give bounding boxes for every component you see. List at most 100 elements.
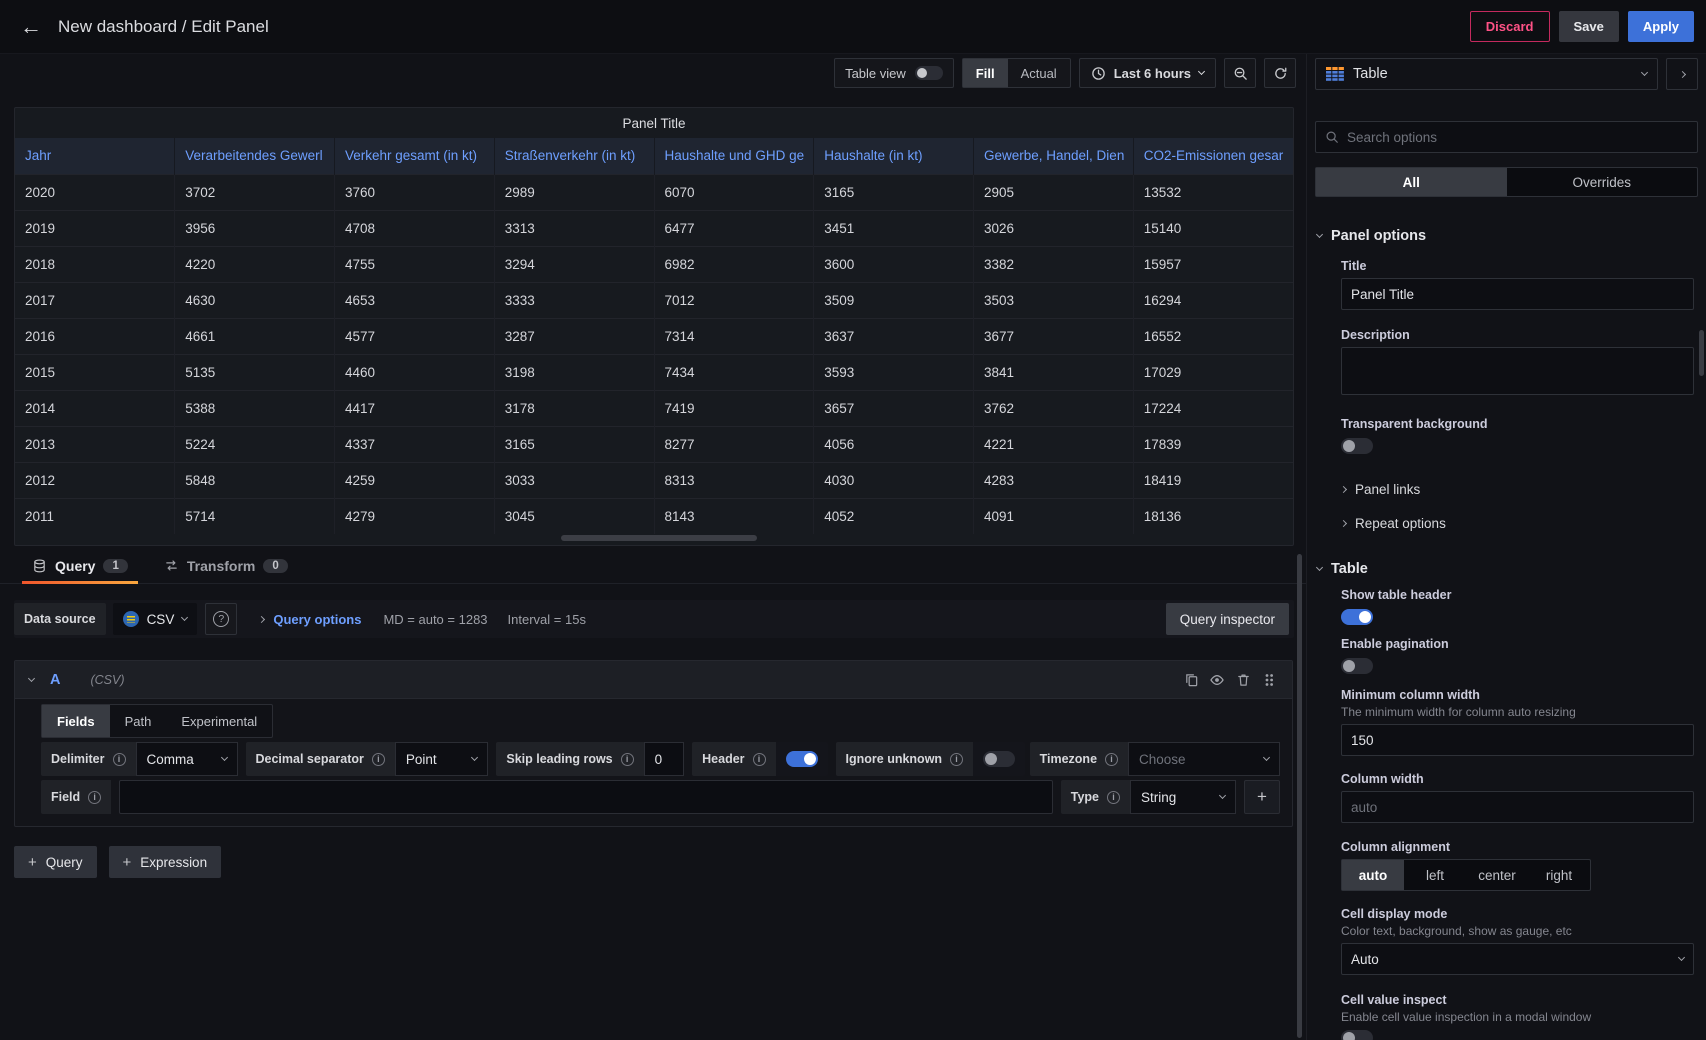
timezone-select[interactable]: Choose: [1128, 742, 1280, 776]
info-icon: i: [950, 753, 963, 766]
viz-picker[interactable]: Table: [1315, 58, 1658, 90]
description-input[interactable]: [1341, 347, 1694, 395]
tab-fields[interactable]: Fields: [42, 705, 110, 737]
chevron-down-icon: [1678, 954, 1685, 961]
column-header[interactable]: Gewerbe, Handel, Dien: [974, 138, 1134, 174]
show-table-header-switch[interactable]: [1341, 609, 1373, 625]
refresh-icon: [1273, 66, 1288, 81]
panel-links-label: Panel links: [1355, 482, 1420, 497]
min-column-width-input[interactable]: 150: [1341, 724, 1694, 756]
chevron-right-icon: [1678, 70, 1685, 77]
column-header[interactable]: Haushalte (in kt): [814, 138, 974, 174]
cell-display-mode-select[interactable]: Auto: [1341, 943, 1694, 975]
table-cell: 2013: [15, 426, 175, 462]
time-range-picker[interactable]: Last 6 hours: [1079, 58, 1216, 88]
repeat-options-row[interactable]: Repeat options: [1341, 510, 1694, 536]
delimiter-select[interactable]: Comma: [136, 742, 238, 776]
add-expression-button[interactable]: +Expression: [109, 846, 222, 878]
datasource-help-button[interactable]: ?: [205, 603, 237, 635]
column-header[interactable]: Jahr: [15, 138, 175, 174]
alignment-left[interactable]: left: [1404, 860, 1466, 890]
table-cell: 3333: [494, 282, 654, 318]
table-cell: 3165: [494, 426, 654, 462]
apply-button[interactable]: Apply: [1628, 11, 1694, 42]
datasource-picker[interactable]: CSV: [113, 603, 198, 635]
table-options-section: Table Show table header Enable paginatio…: [1307, 558, 1706, 1040]
column-header[interactable]: Haushalte und GHD ge: [654, 138, 814, 174]
info-icon: i: [88, 791, 101, 804]
add-field-button[interactable]: +: [1244, 780, 1280, 814]
collapse-options-button[interactable]: [1666, 58, 1698, 90]
delete-query-button[interactable]: [1230, 667, 1256, 693]
table-cell: 3657: [814, 390, 974, 426]
panel-links-row[interactable]: Panel links: [1341, 476, 1694, 502]
alignment-center[interactable]: center: [1466, 860, 1528, 890]
fill-option[interactable]: Fill: [963, 59, 1008, 87]
table-options-body: Show table header Enable pagination Mini…: [1307, 588, 1706, 1040]
alignment-auto[interactable]: auto: [1342, 860, 1404, 890]
table-cell: 3702: [175, 174, 335, 210]
horizontal-scrollbar[interactable]: [561, 535, 757, 541]
delimiter-label: Delimiter: [51, 752, 105, 766]
main-edit-area: Table view Fill Actual Last 6 hours Pane…: [0, 54, 1306, 1040]
skip-leading-rows-input[interactable]: 0: [644, 742, 685, 776]
transform-count-badge: 0: [263, 559, 287, 573]
chevron-down-icon: [1263, 754, 1270, 761]
column-header[interactable]: CO2-Emissionen gesar: [1133, 138, 1293, 174]
options-scrollbar[interactable]: [1699, 330, 1704, 376]
table-cell: 4417: [335, 390, 495, 426]
table-cell: 18136: [1133, 498, 1293, 534]
panel-options-header[interactable]: Panel options: [1307, 225, 1706, 247]
workbench: Table view Fill Actual Last 6 hours Pane…: [0, 54, 1706, 1040]
main-scrollbar[interactable]: [1297, 554, 1302, 1038]
table-options-header[interactable]: Table: [1307, 558, 1706, 580]
table-view-toggle-group[interactable]: Table view: [834, 58, 954, 88]
datasource-row: Data source CSV ? Query options MD = aut…: [14, 600, 1294, 638]
search-options-box[interactable]: [1315, 121, 1698, 153]
discard-button[interactable]: Discard: [1470, 11, 1550, 42]
drag-handle-icon[interactable]: [1256, 667, 1282, 693]
duplicate-query-button[interactable]: [1178, 667, 1204, 693]
panel-title-input[interactable]: Panel Title: [1341, 278, 1694, 310]
transparent-background-label: Transparent background: [1341, 417, 1694, 431]
field-input[interactable]: [119, 780, 1053, 814]
transparent-background-switch[interactable]: [1341, 438, 1373, 454]
header-switch[interactable]: [786, 751, 818, 767]
refresh-button[interactable]: [1264, 58, 1296, 88]
tab-all[interactable]: All: [1316, 168, 1507, 196]
zoom-out-button[interactable]: [1224, 58, 1256, 88]
panel-title[interactable]: Panel Title: [15, 108, 1293, 138]
title-label: Title: [1341, 259, 1694, 273]
enable-pagination-switch[interactable]: [1341, 658, 1373, 674]
save-button[interactable]: Save: [1559, 11, 1619, 42]
query-editor-header[interactable]: A (CSV): [15, 661, 1292, 699]
ignore-unknown-switch[interactable]: [983, 751, 1015, 767]
tab-path[interactable]: Path: [110, 705, 167, 737]
cell-display-mode-label: Cell display mode: [1341, 907, 1694, 921]
back-button[interactable]: ←: [14, 10, 48, 44]
column-header[interactable]: Verarbeitendes Gewerl: [175, 138, 335, 174]
search-options-input[interactable]: [1347, 130, 1688, 145]
column-header[interactable]: Straßenverkehr (in kt): [494, 138, 654, 174]
add-query-button[interactable]: +Query: [14, 846, 97, 878]
table-cell: 4052: [814, 498, 974, 534]
cell-display-mode-value: Auto: [1351, 952, 1379, 967]
hide-query-button[interactable]: [1204, 667, 1230, 693]
table-row: 201551354460319874343593384117029: [15, 354, 1293, 390]
decimal-separator-select[interactable]: Point: [395, 742, 488, 776]
column-width-input[interactable]: auto: [1341, 791, 1694, 823]
tab-experimental[interactable]: Experimental: [166, 705, 272, 737]
cell-value-inspect-switch[interactable]: [1341, 1030, 1373, 1040]
table-view-switch[interactable]: [915, 66, 943, 80]
table-cell: 4577: [335, 318, 495, 354]
type-select[interactable]: String: [1130, 780, 1236, 814]
actual-option[interactable]: Actual: [1008, 59, 1070, 87]
column-header[interactable]: Verkehr gesamt (in kt): [335, 138, 495, 174]
query-inspector-button[interactable]: Query inspector: [1166, 603, 1289, 635]
alignment-right[interactable]: right: [1528, 860, 1590, 890]
tab-transform[interactable]: Transform 0: [154, 548, 298, 583]
tab-query[interactable]: Query 1: [22, 548, 138, 583]
tab-overrides[interactable]: Overrides: [1507, 168, 1698, 196]
query-options-link[interactable]: Query options: [273, 612, 361, 627]
table-row: 201646614577328773143637367716552: [15, 318, 1293, 354]
